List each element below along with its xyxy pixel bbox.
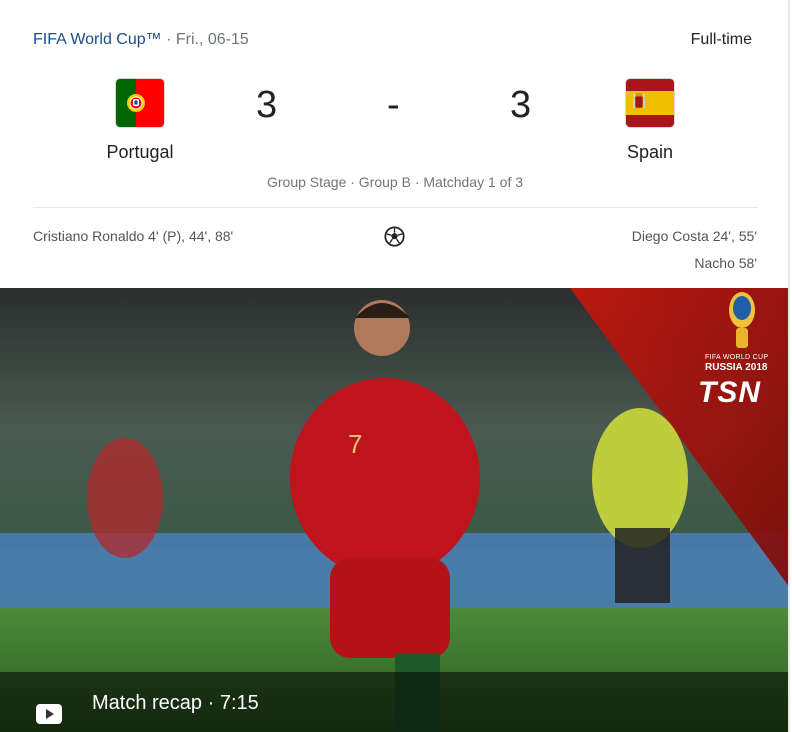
competition-link[interactable]: FIFA World Cup™ [33,31,162,48]
match-status: Full-time [690,31,752,48]
away-scorer-2: Nacho 58' [694,255,757,271]
score-separator: - [387,84,400,126]
home-team-name[interactable]: Portugal [70,142,210,163]
away-score: 3 [510,84,532,126]
home-score: 3 [256,84,278,126]
match-header: FIFA World Cup™ · Fri., 06-15 Full-time [33,31,752,53]
match-stage: Group Stage · Group B · Matchday 1 of 3 [266,174,524,190]
divider [33,207,758,208]
match-date: Fri., 06-15 [175,31,249,48]
separator: · [161,31,176,48]
match-recap-label[interactable]: Match recap · 7:15 [92,692,259,715]
home-scorers: Cristiano Ronaldo 4' (P), 44', 88' [33,228,234,244]
portugal-flag-icon[interactable] [116,79,164,127]
video-thumbnail[interactable]: 7 FIFA WORLD CUP RUSSIA 2018 TSN [0,288,790,732]
event-name: FIFA WORLD CUP [705,354,769,361]
soccer-ball-icon [384,226,405,247]
play-icon[interactable] [36,704,62,724]
spain-flag-icon[interactable] [626,79,674,127]
match-card: FIFA World Cup™ · Fri., 06-15 Full-time … [0,0,790,732]
away-scorer-1: Diego Costa 24', 55' [631,228,757,244]
tsn-logo: TSN [698,376,761,409]
match-photo: 7 [0,288,790,732]
world-cup-emblem-icon [729,292,755,348]
away-team-name[interactable]: Spain [580,142,720,163]
card-edge [788,0,790,732]
event-subtitle: RUSSIA 2018 [705,362,768,373]
jersey-number: 7 [348,429,362,459]
